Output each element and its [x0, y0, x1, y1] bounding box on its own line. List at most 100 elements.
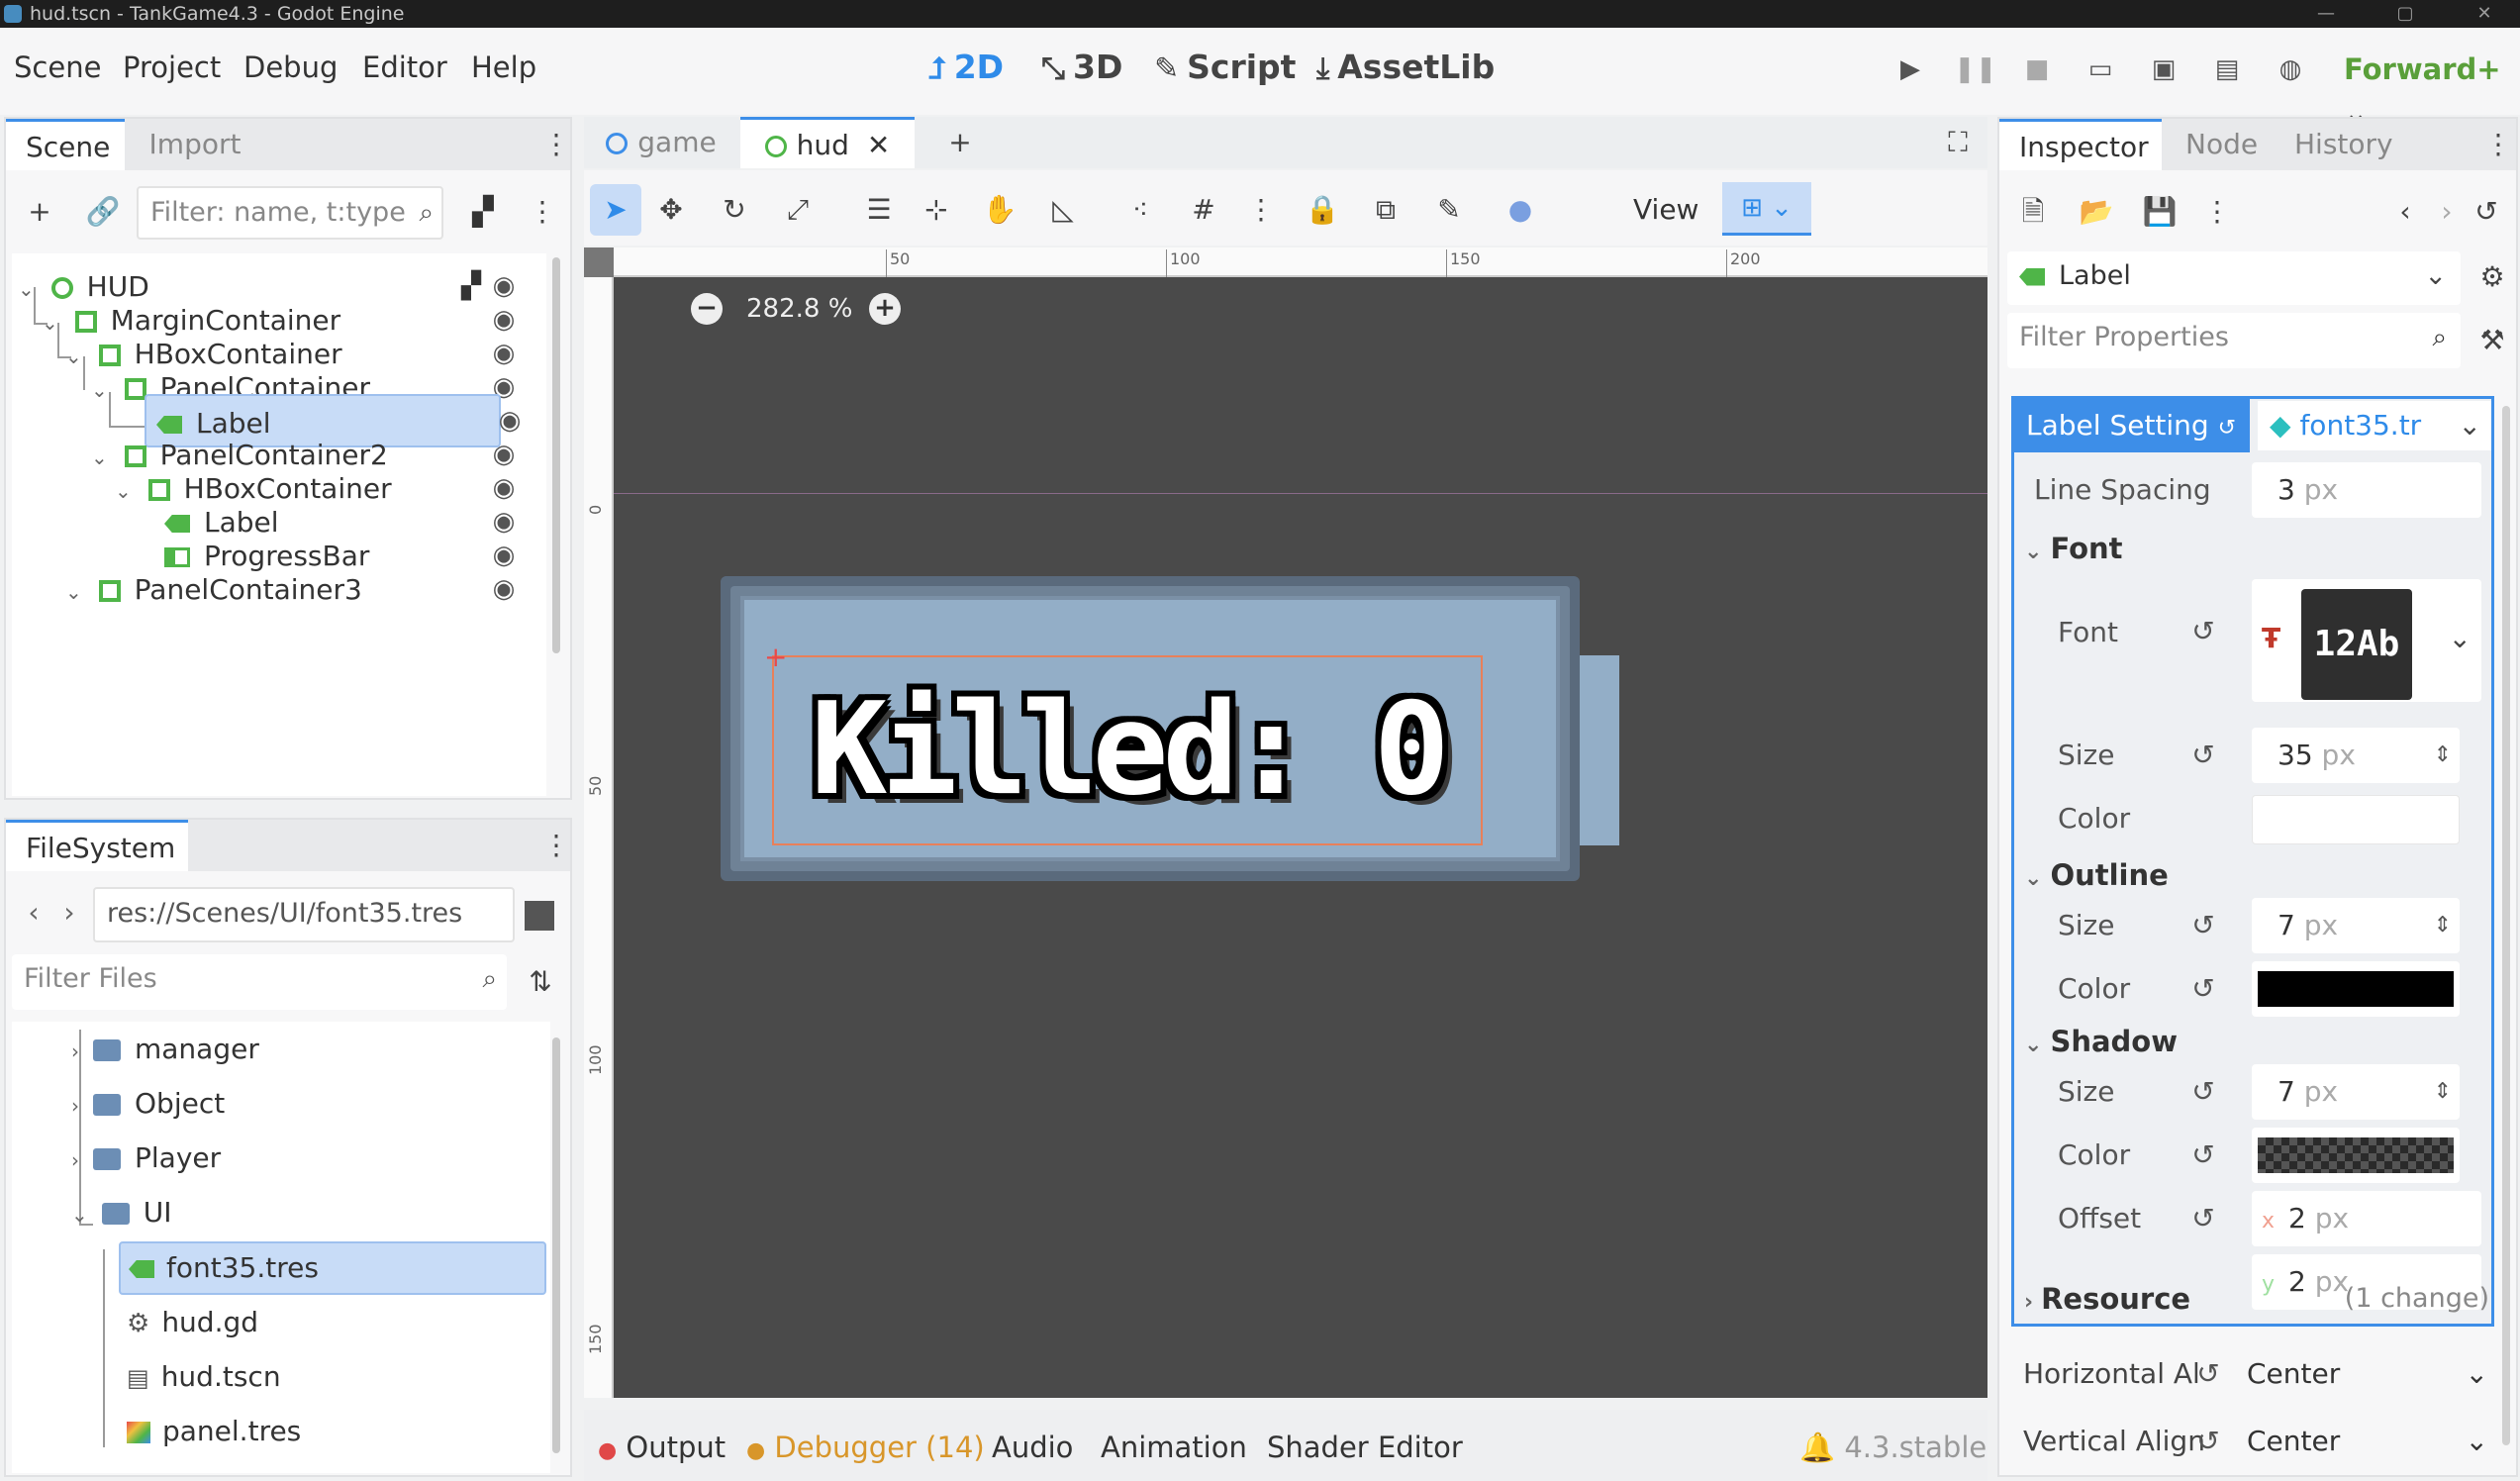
tab-import[interactable]: Import [129, 119, 261, 170]
tab-node[interactable]: Node [2166, 119, 2271, 170]
workspace-2d[interactable]: ⮥ 2D [928, 46, 1004, 89]
workspace-assetlib[interactable]: ⤓ AssetLib [1316, 46, 1495, 89]
renderer-select[interactable]: Forward+ ⌄ [2344, 48, 2520, 130]
canvas-viewport[interactable]: 50 100 150 200 0 50 100 150 − 282.8 % + … [584, 247, 1987, 1398]
stop-icon[interactable]: ■ [2017, 49, 2057, 89]
vertical-alignment-select[interactable]: Center ⌄ [2233, 1414, 2504, 1469]
workspace-script[interactable]: ✎ Script [1154, 46, 1296, 89]
grid-snap-icon[interactable]: # [1182, 188, 1225, 232]
pause-icon[interactable]: ❚❚ [1954, 49, 1997, 89]
save-resource-icon[interactable]: 💾 [2138, 190, 2181, 234]
shadow-size-field[interactable]: 7 px ⇕ [2252, 1064, 2460, 1120]
tab-scene[interactable]: Scene [6, 119, 125, 170]
reset-icon[interactable]: ↺ [2186, 972, 2220, 1006]
close-tab-icon[interactable]: ✕ [867, 129, 890, 161]
tab-animation[interactable]: Animation [1101, 1428, 1247, 1467]
tab-shader-editor[interactable]: Shader Editor [1267, 1428, 1463, 1467]
section-shadow[interactable]: ⌄ Shadow [2024, 1017, 2178, 1066]
list-select-icon[interactable]: ☰ [857, 188, 901, 232]
new-tab-icon[interactable]: + [938, 121, 982, 164]
file-item-hud-tscn[interactable]: ▤ hud.tscn [127, 1349, 281, 1404]
tab-filesystem[interactable]: FileSystem [6, 820, 188, 871]
tab-game[interactable]: game [584, 117, 738, 168]
resource-picker[interactable]: ◆ font35.tr ⌄ [2258, 401, 2491, 450]
dock-menu-icon[interactable]: ⋮ [534, 123, 578, 166]
reset-icon[interactable]: ↺ [2191, 1425, 2225, 1458]
scene-filter-input[interactable]: Filter: name, t:type ⌕ [137, 186, 443, 240]
play-scene-icon[interactable]: ▣ [2144, 49, 2183, 89]
file-tree-scrollbar[interactable] [552, 1037, 560, 1453]
font-picker[interactable]: Ŧ 12Ab ⌄ [2252, 579, 2481, 702]
minimize-icon[interactable]: — [2306, 0, 2346, 28]
tab-hud[interactable]: hud ✕ [740, 117, 915, 168]
font-color-swatch[interactable] [2252, 795, 2460, 844]
file-item-manager[interactable]: › manager [71, 1022, 259, 1076]
path-field[interactable]: res://Scenes/UI/font35.tres [93, 887, 515, 942]
file-item-font35[interactable]: font35.tres [119, 1241, 546, 1295]
reset-icon[interactable]: ↺ [2186, 615, 2220, 648]
scene-tree-scrollbar[interactable] [552, 257, 560, 653]
pan-tool-icon[interactable]: ✋ [978, 188, 1021, 232]
maximize-icon[interactable]: ▢ [2385, 0, 2425, 28]
menu-scene[interactable]: Scene [14, 46, 101, 89]
spinner-icon[interactable]: ⇕ [2434, 898, 2452, 953]
group-icon[interactable]: ⧉ [1364, 188, 1407, 232]
tab-inspector[interactable]: Inspector [1999, 119, 2162, 170]
font-size-field[interactable]: 35 px ⇕ [2252, 728, 2460, 783]
zoom-out-icon[interactable]: − [691, 293, 723, 325]
menu-help[interactable]: Help [471, 46, 536, 89]
pivot-tool-icon[interactable]: ⊹ [915, 188, 958, 232]
new-resource-icon[interactable]: 🗎 [2011, 190, 2055, 234]
line-spacing-field[interactable]: 3 px [2252, 462, 2481, 518]
section-outline[interactable]: ⌄ Outline [2024, 850, 2169, 900]
shadow-offset-x-field[interactable]: x2 px [2252, 1191, 2481, 1246]
view-menu[interactable]: View [1633, 188, 1698, 232]
tab-output[interactable]: ● Output [598, 1428, 726, 1467]
forward-icon[interactable]: › [48, 891, 91, 935]
add-node-icon[interactable]: + [18, 190, 61, 234]
inspector-scrollbar[interactable] [2502, 406, 2510, 1445]
file-item-hud-gd[interactable]: ⚙ hud.gd [127, 1295, 258, 1349]
spinner-icon[interactable]: ⇕ [2434, 1064, 2452, 1120]
snap-options-icon[interactable]: ⋮ [1239, 188, 1283, 232]
file-item-ui[interactable]: ⌄ UI [71, 1185, 172, 1239]
split-mode-icon[interactable] [525, 901, 554, 931]
lock-icon[interactable]: 🔒 [1301, 188, 1344, 232]
instance-scene-icon[interactable]: 🔗 [81, 190, 125, 234]
distraction-free-icon[interactable]: ⛶ [1936, 121, 1980, 164]
shadow-color-field[interactable] [2252, 1128, 2460, 1183]
history-back-icon[interactable]: ‹ [2383, 190, 2427, 234]
dock-menu-icon[interactable]: ⋮ [2476, 123, 2520, 166]
rotate-tool-icon[interactable]: ↻ [713, 188, 756, 232]
outline-color-field[interactable] [2252, 961, 2460, 1017]
reset-icon[interactable]: ↺ [2191, 1357, 2225, 1391]
tab-audio[interactable]: Audio [992, 1428, 1073, 1467]
skeleton-icon[interactable]: ✎ [1427, 188, 1471, 232]
reset-icon[interactable]: ↺ [2218, 416, 2236, 441]
file-item-panel-tres[interactable]: panel.tres [127, 1404, 301, 1458]
select-tool-icon[interactable]: ➤ [590, 184, 641, 236]
section-resource[interactable]: › Resource (1 change) [2024, 1274, 2489, 1324]
visibility-eye-icon[interactable]: ◉ [487, 572, 521, 606]
resource-menu-icon[interactable]: ⋮ [2195, 190, 2239, 234]
camera-override-icon[interactable]: ● [1499, 188, 1542, 232]
load-resource-icon[interactable]: 📂 [2075, 190, 2118, 234]
attach-script-icon[interactable]: ▞ [461, 190, 505, 234]
scene-options-icon[interactable]: ⋮ [521, 190, 564, 234]
hud-killed-label[interactable]: Killed: 0 [772, 655, 1483, 845]
reset-icon[interactable]: ↺ [2186, 739, 2220, 772]
zoom-level[interactable]: 282.8 % [746, 293, 852, 325]
play-icon[interactable]: ▶ [1890, 49, 1930, 89]
menu-debug[interactable]: Debug [243, 46, 338, 89]
ruler-tool-icon[interactable]: ◺ [1041, 188, 1085, 232]
anchor-presets-button[interactable]: ⊞ ⌄ [1722, 182, 1811, 236]
sort-icon[interactable]: ⇅ [519, 960, 562, 1004]
smart-snap-icon[interactable]: ⁖ [1118, 188, 1162, 232]
movie-maker-icon[interactable]: ◍ [2271, 49, 2310, 89]
spinner-icon[interactable]: ⇕ [2434, 728, 2452, 783]
scale-tool-icon[interactable]: ⤢ [776, 188, 820, 232]
zoom-in-icon[interactable]: + [869, 293, 901, 325]
reset-icon[interactable]: ↺ [2186, 1138, 2220, 1172]
node-info-icon[interactable]: ⚙ [2471, 255, 2514, 299]
history-forward-icon[interactable]: › [2425, 190, 2469, 234]
